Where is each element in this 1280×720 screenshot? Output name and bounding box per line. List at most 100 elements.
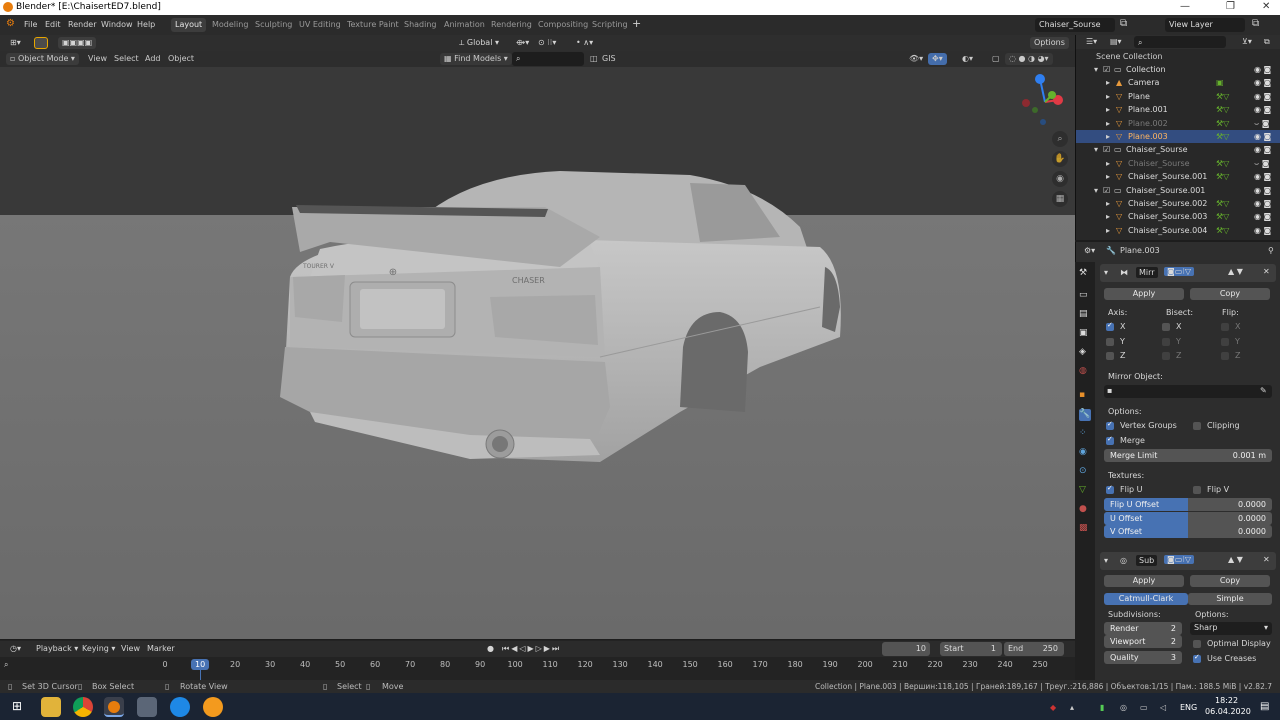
visibility-eye-icon[interactable]: ◉ ◙ — [1254, 105, 1271, 114]
tab-scripting[interactable]: Scripting — [588, 18, 632, 32]
modifier-tab-icon[interactable]: 🔧 — [1079, 409, 1091, 421]
expand-arrow-icon[interactable]: ▸ — [1106, 92, 1110, 101]
use-creases-checkbox[interactable] — [1193, 653, 1201, 663]
expand-arrow-icon[interactable]: ▾ — [1094, 145, 1098, 154]
flip-x-checkbox[interactable] — [1221, 323, 1229, 331]
close-window-button[interactable]: ✕ — [1262, 1, 1270, 12]
menu-file[interactable]: File — [24, 20, 37, 29]
mirror-modifier-header[interactable]: ▾ ⧓ Mirr ◙▭⁝▽ ▲ ▼ ✕ — [1100, 264, 1276, 282]
axis-y-checkbox[interactable] — [1106, 338, 1114, 346]
record-button[interactable]: ● — [483, 643, 498, 655]
data-tab-icon[interactable]: ▽ — [1079, 485, 1091, 497]
subsurf-name-field[interactable]: Sub — [1136, 555, 1158, 566]
modifier-data-icons[interactable]: ▣ — [1216, 78, 1224, 87]
select-mode-icons[interactable]: ▣▣▣▣ — [58, 37, 97, 49]
volume-icon[interactable]: ◁ — [1160, 703, 1166, 712]
music-player-icon[interactable] — [203, 697, 223, 717]
gizmo-toggle-icon[interactable]: ✥▾ — [928, 53, 947, 65]
visibility-eye-icon[interactable]: ◉ ◙ — [1254, 212, 1271, 221]
modifier-data-icons[interactable]: ⚒▽ — [1216, 92, 1229, 101]
eyedropper-icon[interactable]: ✎ — [1260, 386, 1267, 395]
tab-layout[interactable]: Layout — [171, 18, 207, 32]
quality-field[interactable]: Quality 3 — [1104, 651, 1182, 664]
language-indicator[interactable]: ENG — [1180, 703, 1197, 712]
physics-tab-icon[interactable]: ◉ — [1079, 447, 1091, 459]
tab-texture-paint[interactable]: Texture Paint — [343, 18, 403, 32]
axis-x-checkbox[interactable] — [1106, 321, 1114, 331]
texture-tab-icon[interactable]: ▩ — [1079, 523, 1091, 535]
simple-tab[interactable]: Simple — [1188, 593, 1272, 605]
new-collection-icon[interactable]: ⧉ — [1260, 36, 1274, 48]
collection-checkbox-icon[interactable]: ☑ — [1103, 145, 1110, 154]
outliner-row[interactable]: ▸ ▽ Plane.001 ⚒▽ ◉ ◙ — [1076, 103, 1280, 116]
start-frame-field[interactable]: Start 1 — [940, 642, 1002, 656]
properties-editor-type-icon[interactable]: ⚙▾ — [1080, 245, 1099, 257]
filter-icon[interactable]: ⊻▾ — [1238, 36, 1256, 48]
expand-arrow-icon[interactable]: ▸ — [1106, 132, 1110, 141]
menu-marker[interactable]: Marker — [143, 643, 179, 655]
modifier-data-icons[interactable]: ⚒▽ — [1216, 159, 1229, 168]
scene-selector[interactable]: Chaiser_Sourse — [1035, 18, 1115, 32]
clock-date[interactable]: 06.04.2020 — [1205, 707, 1251, 716]
visibility-eye-icon[interactable]: ◉ ◙ — [1254, 132, 1271, 141]
find-models-dropdown[interactable]: ▦ Find Models ▾ — [440, 53, 512, 65]
shading-modes[interactable]: ◌ ● ◑ ◕▾ — [1005, 53, 1053, 65]
visibility-eye-icon[interactable]: ⌣ ◙ — [1254, 159, 1270, 169]
v-offset-field[interactable]: V Offset 0.0000 — [1104, 525, 1272, 538]
editor-type-icon[interactable]: ⊞▾ — [6, 37, 25, 49]
menu-select[interactable]: Select — [110, 53, 143, 65]
collection-checkbox-icon[interactable]: ☑ — [1103, 186, 1110, 195]
current-frame-field[interactable]: 10 — [882, 642, 930, 656]
pan-hand-icon[interactable]: ✋ — [1052, 151, 1068, 167]
menu-edit[interactable]: Edit — [45, 20, 61, 29]
flip-z-checkbox[interactable] — [1221, 352, 1229, 360]
subsurf-move-icons[interactable]: ▲ ▼ — [1228, 555, 1243, 564]
axis-z-checkbox[interactable] — [1106, 352, 1114, 360]
visibility-eye-icon[interactable]: ⌣ ◙ — [1254, 119, 1270, 129]
bisect-x-checkbox[interactable] — [1162, 323, 1170, 331]
tray-icon-2[interactable]: ▴ — [1070, 703, 1074, 712]
chrome-icon[interactable] — [73, 697, 93, 717]
outliner-editor-type-icon[interactable]: ☰▾ — [1082, 36, 1101, 48]
xray-icon[interactable]: ▢ — [988, 53, 1004, 65]
view-layer-tab-icon[interactable]: ▣ — [1079, 328, 1091, 340]
mirror-visibility-icons[interactable]: ◙▭⁝▽ — [1164, 267, 1195, 276]
new-view-layer-icon[interactable]: ⧉ — [1252, 18, 1259, 29]
expand-arrow-icon[interactable]: ▸ — [1106, 105, 1110, 114]
expand-arrow-icon[interactable]: ▾ — [1094, 65, 1098, 74]
maximize-button[interactable]: ❐ — [1226, 1, 1235, 12]
tab-rendering[interactable]: Rendering — [487, 18, 536, 32]
clipping-checkbox[interactable] — [1193, 422, 1201, 430]
app-taskbar-icon[interactable] — [137, 697, 157, 717]
mirror-copy-button[interactable]: Copy — [1190, 288, 1270, 300]
new-scene-icon[interactable]: ⧉ — [1120, 18, 1127, 29]
subsurf-apply-button[interactable]: Apply — [1104, 575, 1184, 587]
gis-menu[interactable]: GIS — [598, 53, 620, 65]
remove-modifier-icon[interactable]: ✕ — [1263, 267, 1270, 276]
start-button-icon[interactable]: ⊞ — [12, 699, 22, 713]
menu-render[interactable]: Render — [68, 20, 96, 29]
clock-time[interactable]: 18:22 — [1215, 696, 1238, 705]
flip-v-checkbox[interactable] — [1193, 486, 1201, 494]
zoom-icon[interactable]: ⌕ — [1052, 131, 1068, 147]
tray-icon-3[interactable]: ▮ — [1100, 703, 1104, 712]
expand-arrow-icon[interactable]: ▸ — [1106, 78, 1110, 87]
constraints-tab-icon[interactable]: ⊙ — [1079, 466, 1091, 478]
tab-compositing[interactable]: Compositing — [534, 18, 592, 32]
playback-controls[interactable]: ⏮◀◁▶▷▶⏭ — [498, 643, 565, 655]
material-tab-icon[interactable]: ● — [1079, 504, 1091, 516]
modifier-data-icons[interactable]: ⚒▽ — [1216, 105, 1229, 114]
pivot-icon[interactable]: ⟴▾ — [512, 37, 533, 49]
blender-taskbar-icon[interactable] — [104, 697, 124, 717]
menu-add[interactable]: Add — [141, 53, 165, 65]
ortho-toggle-icon[interactable]: ▦ — [1052, 191, 1068, 207]
outliner-row[interactable]: ▸ ▽ Chaiser_Sourse.002 ⚒▽ ◉ ◙ — [1076, 197, 1280, 210]
uv-smooth-dropdown[interactable]: Sharp ▾ — [1190, 622, 1272, 635]
blender-menu-icon[interactable]: ⚙ — [6, 18, 15, 29]
end-frame-field[interactable]: End 250 — [1004, 642, 1064, 656]
visibility-eye-icon[interactable]: ◉ ◙ — [1254, 172, 1271, 181]
bisect-z-checkbox[interactable] — [1162, 352, 1170, 360]
outliner-row[interactable]: ▸ ▽ Chaiser_Sourse.003 ⚒▽ ◉ ◙ — [1076, 210, 1280, 223]
select-tool-icon[interactable] — [34, 37, 48, 49]
particles-tab-icon[interactable]: ⁘ — [1079, 428, 1091, 440]
